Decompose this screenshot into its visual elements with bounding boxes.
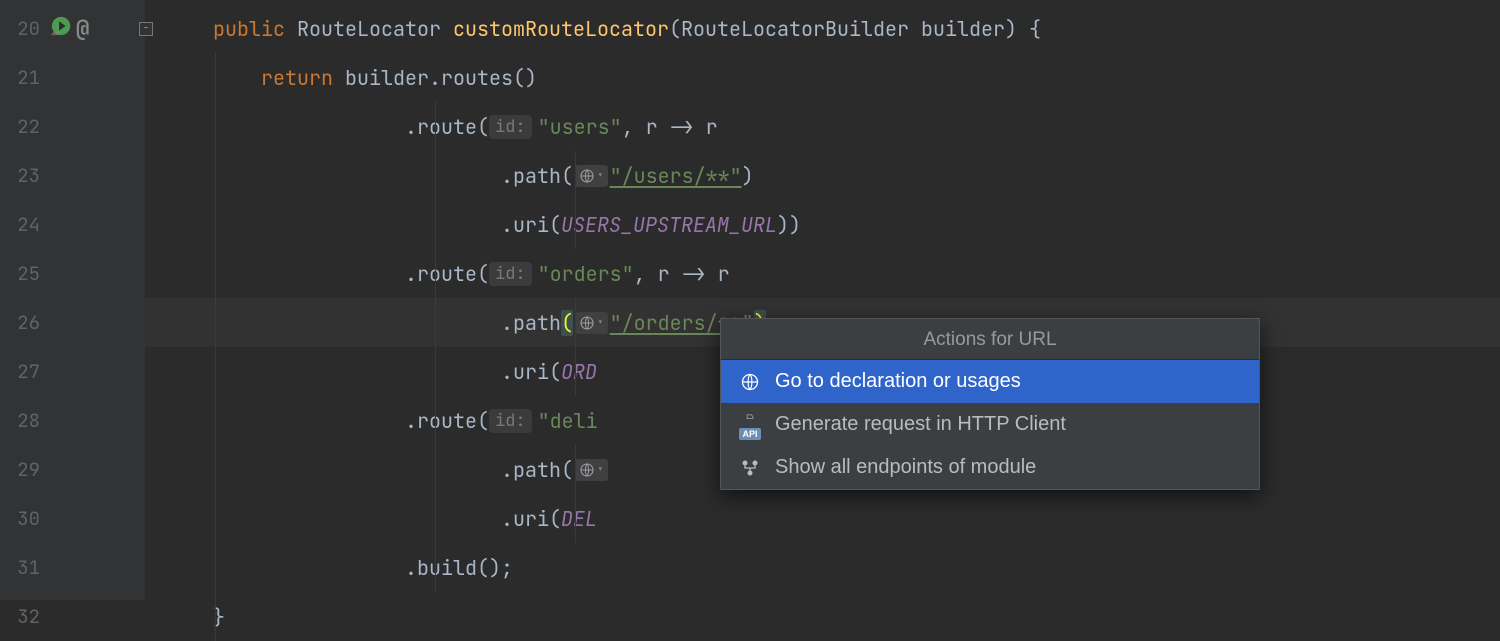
keyword: public — [213, 16, 285, 42]
method-call: .uri( — [501, 212, 561, 238]
popup-item-label: Go to declaration or usages — [775, 370, 1021, 393]
code-editor: 20 @ − 21 22 23 24 25 26 27 28 29 30 31 … — [0, 0, 1500, 600]
globe-icon — [739, 371, 761, 393]
string-literal: "users" — [538, 114, 622, 140]
popup-item-go-to-declaration[interactable]: Go to declaration or usages — [721, 360, 1259, 403]
url-actions-chip[interactable]: ▾ — [575, 459, 608, 481]
line-number: 27 — [0, 359, 40, 384]
line-number: 30 — [0, 506, 40, 531]
line-number: 24 — [0, 212, 40, 237]
parameter-hint: id: — [489, 115, 532, 139]
code-line[interactable]: .path( ▾ "/users/**" ) — [145, 151, 1500, 200]
method-call: .uri( — [501, 359, 561, 385]
popup-item-show-endpoints[interactable]: Show all endpoints of module — [721, 446, 1259, 489]
method-call: .path( — [501, 457, 573, 483]
parameter-hint: id: — [489, 262, 532, 286]
constant: ORD — [561, 359, 597, 385]
parameter-hint: id: — [489, 409, 532, 433]
line-number: 20 — [0, 16, 40, 41]
expression: builder.routes() — [345, 65, 537, 91]
parameter: builder — [921, 16, 1005, 42]
line-number: 25 — [0, 261, 40, 286]
annotation-gutter-icon[interactable]: @ — [76, 14, 89, 43]
code-line[interactable]: .route( id: "users" , r -> r — [145, 102, 1500, 151]
method-call: .build(); — [405, 555, 513, 581]
close-paren: )) — [777, 212, 801, 238]
method-call: .path( — [501, 163, 573, 189]
code-line[interactable]: public RouteLocator customRouteLocator( … — [145, 4, 1500, 53]
line-number: 22 — [0, 114, 40, 139]
code-area[interactable]: public RouteLocator customRouteLocator( … — [145, 0, 1500, 600]
code-line[interactable]: .build(); — [145, 543, 1500, 592]
matched-paren: ( — [561, 310, 573, 336]
url-actions-chip[interactable]: ▾ — [575, 312, 608, 334]
line-number: 26 — [0, 310, 40, 335]
line-number: 23 — [0, 163, 40, 188]
endpoints-icon — [739, 457, 761, 479]
type: RouteLocatorBuilder — [681, 16, 909, 42]
method-call: .path — [501, 310, 561, 336]
method-name: customRouteLocator — [453, 16, 669, 42]
string-literal: "orders" — [538, 261, 634, 287]
http-file-icon: API — [739, 414, 761, 436]
method-call: .route( — [405, 114, 489, 140]
code-line[interactable]: .uri( USERS_UPSTREAM_URL )) — [145, 200, 1500, 249]
line-number: 31 — [0, 555, 40, 580]
url-actions-popup: Actions for URL Go to declaration or usa… — [720, 318, 1260, 490]
run-gutter-icon[interactable] — [50, 15, 72, 43]
method-call: .route( — [405, 408, 489, 434]
lambda: , r -> r — [622, 114, 718, 140]
popup-item-label: Show all endpoints of module — [775, 456, 1036, 479]
line-number: 32 — [0, 604, 40, 629]
url-actions-chip[interactable]: ▾ — [575, 165, 608, 187]
popup-item-label: Generate request in HTTP Client — [775, 413, 1066, 436]
chevron-down-icon: ▾ — [597, 463, 604, 477]
url-path-literal[interactable]: "/users/**" — [610, 163, 742, 189]
string-literal: "deli — [538, 408, 598, 434]
method-call: .uri( — [501, 506, 561, 532]
globe-icon — [579, 315, 595, 331]
method-call: .route( — [405, 261, 489, 287]
globe-icon — [579, 462, 595, 478]
chevron-down-icon: ▾ — [597, 316, 604, 330]
code-line[interactable]: } — [145, 592, 1500, 641]
code-line[interactable]: .route( id: "orders" , r -> r — [145, 249, 1500, 298]
popup-item-generate-http-request[interactable]: API Generate request in HTTP Client — [721, 403, 1259, 446]
chevron-down-icon: ▾ — [597, 169, 604, 183]
type: RouteLocator — [297, 16, 441, 42]
globe-icon — [579, 168, 595, 184]
gutter: 20 @ − 21 22 23 24 25 26 27 28 29 30 31 … — [0, 0, 145, 600]
lambda: , r -> r — [634, 261, 730, 287]
popup-title: Actions for URL — [721, 319, 1259, 360]
code-line[interactable]: .uri( DEL — [145, 494, 1500, 543]
line-number: 28 — [0, 408, 40, 433]
close-paren: ) — [742, 163, 754, 189]
constant: DEL — [561, 506, 597, 532]
keyword: return — [261, 65, 333, 91]
line-number: 29 — [0, 457, 40, 482]
line-number: 21 — [0, 65, 40, 90]
api-badge: API — [739, 428, 760, 440]
code-line[interactable]: return builder.routes() — [145, 53, 1500, 102]
constant: USERS_UPSTREAM_URL — [561, 212, 777, 238]
brace: { — [1029, 16, 1041, 42]
